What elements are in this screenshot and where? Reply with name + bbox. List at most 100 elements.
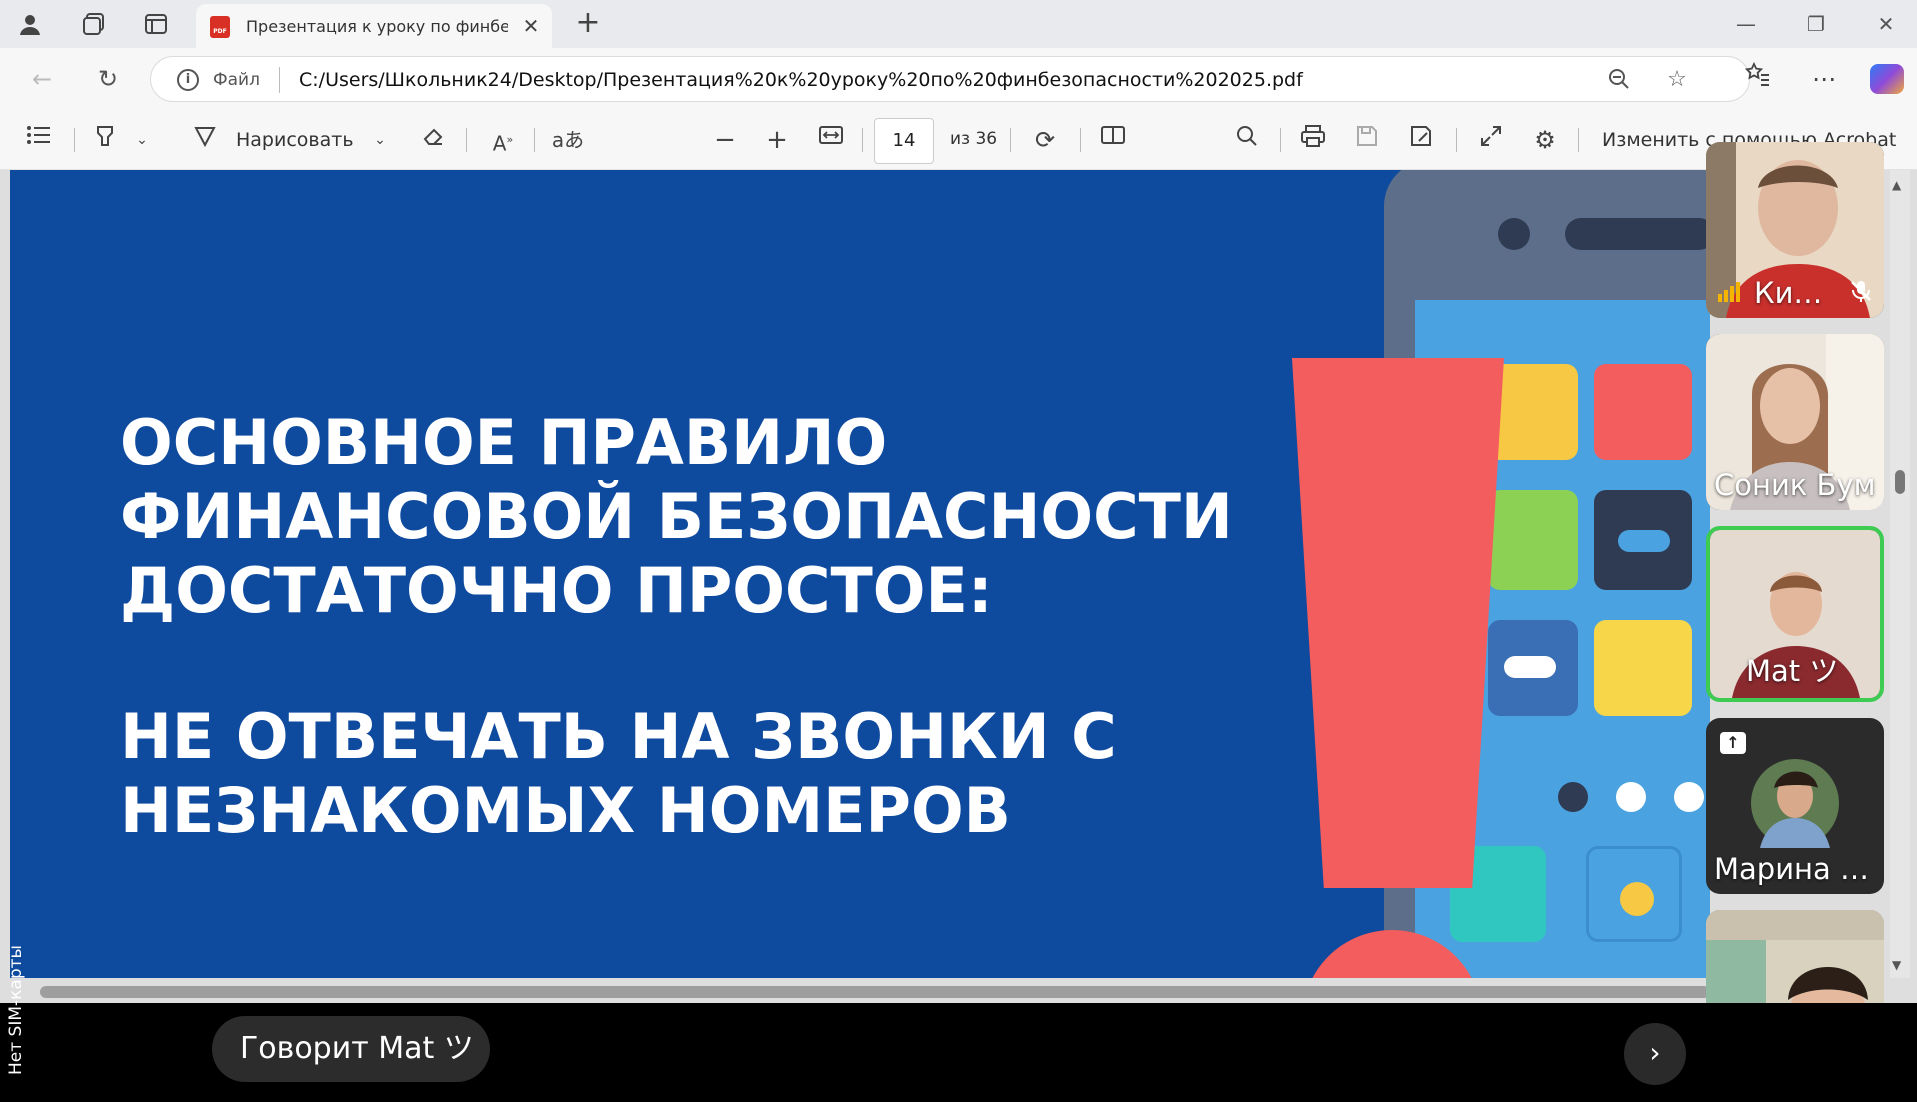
toolbar-divider — [466, 128, 467, 152]
info-icon[interactable]: i — [177, 69, 199, 91]
toolbar-divider — [1010, 128, 1011, 152]
highlight-chevron-down-icon[interactable]: ⌄ — [132, 124, 152, 156]
restore-button[interactable]: ❐ — [1796, 8, 1836, 40]
zoom-in-button[interactable]: + — [762, 124, 792, 156]
phone-camera — [1498, 218, 1530, 250]
address-bar-row: ← ↻ i Файл C:/Users/Школьник24/Desktop/П… — [0, 48, 1917, 110]
minimize-button[interactable]: — — [1726, 8, 1766, 40]
collections-icon[interactable] — [76, 8, 112, 40]
page-indicator-dot — [1616, 782, 1646, 812]
participant-tile[interactable]: Ки… — [1706, 142, 1884, 318]
exclamation-mark-graphic — [1292, 358, 1504, 888]
tab-title: Презентация к уроку по финбезопасности 2… — [246, 17, 508, 36]
more-options-icon[interactable]: ⋯ — [1804, 59, 1844, 99]
translate-icon[interactable]: aあ — [550, 124, 586, 156]
print-icon[interactable] — [1296, 124, 1330, 156]
browser-tab-bar: PDF Презентация к уроку по финбезопаснос… — [0, 0, 1917, 48]
favorite-star-icon[interactable]: ☆ — [1663, 67, 1691, 93]
search-icon[interactable] — [1230, 124, 1264, 156]
profile-icon[interactable] — [12, 8, 48, 40]
participant-tile[interactable]: ↑ Марина … — [1706, 718, 1884, 894]
favorites-icon[interactable] — [1738, 59, 1778, 99]
device-status-strip: Нет SIM-карты — [6, 855, 36, 1085]
contents-list-icon[interactable] — [24, 124, 54, 156]
horizontal-scrollbar[interactable] — [40, 986, 1710, 998]
highlight-icon[interactable] — [90, 124, 120, 156]
fullscreen-icon[interactable] — [1474, 124, 1508, 156]
rotate-icon[interactable]: ⟳ — [1028, 124, 1062, 156]
slide-heading-line: ОСНОВНОЕ ПРАВИЛО — [120, 406, 888, 479]
back-button[interactable]: ← — [22, 61, 62, 97]
app-tile — [1594, 364, 1692, 460]
slide-heading-line: ФИНАНСОВОЙ БЕЗОПАСНОСТИ — [120, 480, 1233, 553]
toolbar-divider — [1280, 128, 1281, 152]
active-speaker-indicator: Говорит Mat ツ — [212, 1016, 490, 1082]
next-page-button[interactable]: › — [1624, 1023, 1686, 1085]
vertical-scroll-thumb[interactable] — [1895, 470, 1905, 494]
reload-button[interactable]: ↻ — [88, 61, 128, 97]
participant-name: Соник Бум — [1714, 468, 1876, 502]
app-tile — [1504, 656, 1556, 678]
signal-strength-icon — [1718, 282, 1740, 302]
page-total-label: из 36 — [950, 129, 998, 149]
slide-rule-line: НЕЗНАКОМЫХ НОМЕРОВ — [120, 774, 1011, 847]
save-icon[interactable] — [1350, 124, 1384, 156]
pdf-toolbar: ⌄ Нарисовать ⌄ A» aあ − + 14 из 36 ⟳ ⚙ Из… — [0, 110, 1917, 170]
app-tile — [1618, 530, 1670, 552]
url-separator — [279, 67, 280, 93]
url-text[interactable]: C:/Users/Школьник24/Desktop/Презентация%… — [299, 69, 1303, 91]
address-bar[interactable]: i Файл C:/Users/Школьник24/Desktop/Презе… — [150, 56, 1750, 102]
participant-tile-speaking[interactable]: Mat ツ — [1706, 526, 1884, 702]
tab-close-icon[interactable]: ✕ — [518, 12, 544, 40]
save-as-icon[interactable] — [1404, 124, 1438, 156]
slide-heading: ОСНОВНОЕ ПРАВИЛО ФИНАНСОВОЙ БЕЗОПАСНОСТИ… — [120, 406, 1300, 628]
screen-share-icon: ↑ — [1720, 732, 1746, 754]
participant-tile[interactable]: Соник Бум — [1706, 334, 1884, 510]
app-tile — [1620, 882, 1654, 916]
call-bottom-bar: Говорит Mat ツ › — [0, 1003, 1917, 1102]
settings-gear-icon[interactable]: ⚙ — [1528, 124, 1562, 156]
toolbar-divider — [862, 128, 863, 152]
participant-name: Марина … — [1714, 852, 1869, 886]
muted-mic-icon — [1848, 278, 1874, 304]
slide-rule-text: НЕ ОТВЕЧАТЬ НА ЗВОНКИ С НЕЗНАКОМЫХ НОМЕР… — [120, 700, 1300, 848]
app-tile — [1594, 620, 1692, 716]
toolbar-divider — [1456, 128, 1457, 152]
screen: PDF Презентация к уроку по финбезопаснос… — [0, 0, 1917, 1102]
copilot-icon[interactable] — [1870, 64, 1904, 94]
slide-rule-line: НЕ ОТВЕЧАТЬ НА ЗВОНКИ С — [120, 700, 1117, 773]
page-indicator-dot — [1674, 782, 1704, 812]
zoom-out-button[interactable]: − — [710, 124, 740, 156]
url-scheme-label: Файл — [213, 70, 260, 90]
draw-pen-icon[interactable] — [190, 124, 220, 156]
slide-page: ОСНОВНОЕ ПРАВИЛО ФИНАНСОВОЙ БЕЗОПАСНОСТИ… — [10, 170, 1710, 978]
vertical-scrollbar[interactable] — [1890, 170, 1910, 978]
scroll-up-arrow[interactable]: ▲ — [1892, 178, 1901, 192]
fit-width-icon[interactable] — [816, 124, 846, 156]
participant-name: Mat ツ — [1746, 654, 1839, 688]
close-window-button[interactable]: ✕ — [1866, 8, 1906, 40]
read-aloud-icon[interactable]: A» — [486, 124, 520, 156]
tab-active-pdf[interactable]: PDF Презентация к уроку по финбезопаснос… — [196, 4, 552, 48]
app-tile — [1488, 490, 1578, 590]
toolbar-divider — [534, 128, 535, 152]
new-tab-button[interactable]: + — [570, 6, 606, 42]
pdf-viewport[interactable]: ОСНОВНОЕ ПРАВИЛО ФИНАНСОВОЙ БЕЗОПАСНОСТИ… — [0, 170, 1917, 1003]
sim-status-text: Нет SIM-карты — [6, 945, 26, 1075]
page-view-icon[interactable] — [1096, 124, 1130, 156]
zoom-icon[interactable] — [1605, 67, 1633, 93]
scroll-down-arrow[interactable]: ▼ — [1892, 958, 1901, 972]
toolbar-divider — [74, 128, 75, 152]
tab-actions-icon[interactable] — [138, 8, 174, 40]
toolbar-divider — [1080, 128, 1081, 152]
page-indicator-dot — [1558, 782, 1588, 812]
phone-speaker — [1565, 218, 1710, 250]
slide-heading-line: ДОСТАТОЧНО ПРОСТОЕ: — [120, 554, 993, 627]
page-number-input[interactable]: 14 — [874, 118, 934, 164]
participant-avatar — [1751, 759, 1839, 848]
draw-chevron-down-icon[interactable]: ⌄ — [370, 124, 390, 156]
participant-name: Ки… — [1754, 276, 1823, 310]
draw-button-label[interactable]: Нарисовать — [236, 129, 354, 151]
pdf-icon: PDF — [210, 16, 230, 38]
eraser-icon[interactable] — [418, 124, 448, 156]
